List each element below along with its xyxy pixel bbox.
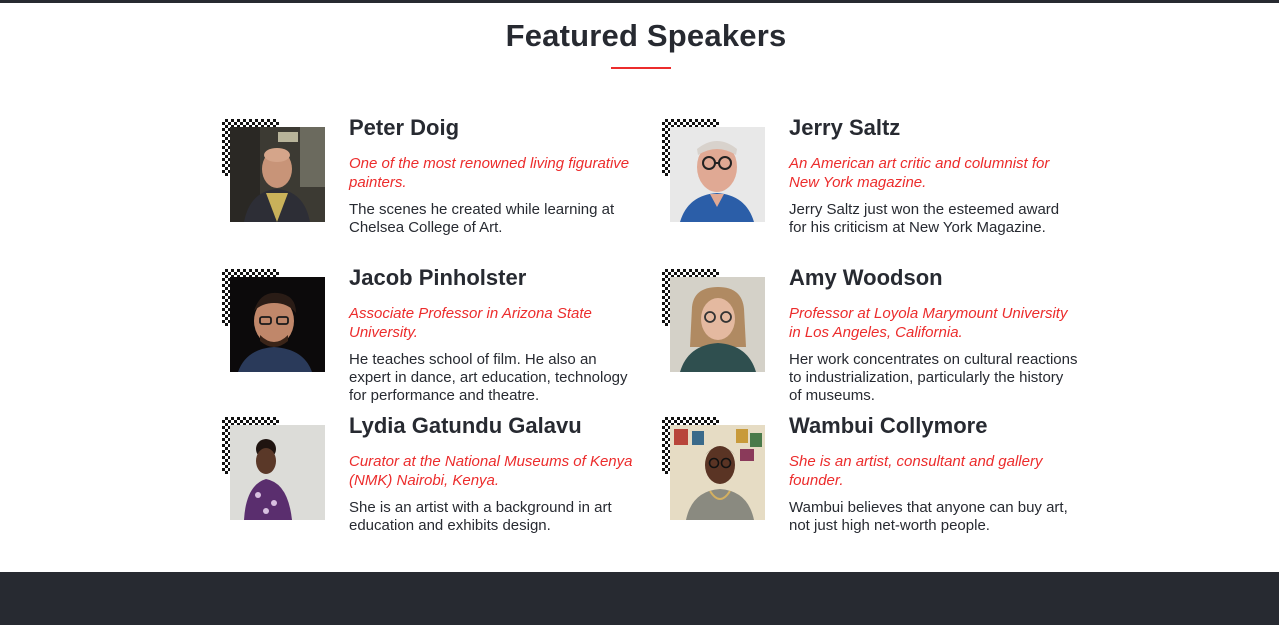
speaker-photo-frame [222, 269, 326, 373]
speaker-card-jerry-saltz: Jerry Saltz An American art critic and c… [662, 115, 1102, 249]
speaker-role: Associate Professor in Arizona State Uni… [349, 305, 592, 341]
speaker-photo-frame [662, 119, 766, 223]
speaker-bio: Her work concentrates on cultural reacti… [789, 351, 1078, 404]
top-border [0, 0, 1279, 3]
speaker-name: Jacob Pinholster [349, 265, 527, 290]
speaker-photo-frame [222, 417, 326, 521]
speaker-photo-frame [222, 119, 326, 223]
speaker-card-wambui-collymore: Wambui Collymore She is an artist, consu… [662, 413, 1102, 547]
speaker-card-peter-doig: Peter Doig One of the most renowned livi… [222, 115, 662, 249]
section-title: Featured Speakers [505, 18, 787, 53]
speaker-photo [230, 127, 325, 222]
speaker-name: Jerry Saltz [789, 115, 901, 140]
speaker-role: Professor at Loyola Marymount University… [789, 305, 1068, 341]
speaker-name: Wambui Collymore [789, 413, 988, 438]
speaker-role: An American art critic and columnist for… [789, 155, 1050, 191]
speaker-card-jacob-pinholster: Jacob Pinholster Associate Professor in … [222, 265, 662, 404]
speaker-role: Curator at the National Museums of Kenya… [349, 453, 633, 489]
speaker-role: She is an artist, consultant and gallery… [789, 453, 1043, 489]
speaker-name: Peter Doig [349, 115, 460, 140]
speaker-photo-frame [662, 417, 766, 521]
speaker-photo [230, 277, 325, 372]
speaker-name: Amy Woodson [789, 265, 943, 290]
speaker-card-lydia-gatundu-galavu: Lydia Gatundu Galavu Curator at the Nati… [222, 413, 662, 547]
speaker-card-amy-woodson: Amy Woodson Professor at Loyola Marymoun… [662, 265, 1102, 404]
speaker-photo [230, 425, 325, 520]
speaker-bio: She is an artist with a background in ar… [349, 499, 612, 534]
speaker-name: Lydia Gatundu Galavu [349, 413, 582, 438]
speaker-bio: He teaches school of film. He also an ex… [349, 351, 628, 404]
speaker-photo [670, 425, 765, 520]
speaker-bio: Jerry Saltz just won the esteemed award … [789, 201, 1060, 236]
speaker-photo [670, 277, 765, 372]
title-underline [611, 67, 671, 69]
speaker-photo [670, 127, 765, 222]
speaker-bio: Wambui believes that anyone can buy art,… [789, 499, 1068, 534]
speaker-role: One of the most renowned living figurati… [349, 155, 630, 191]
speaker-bio: The scenes he created while learning at … [349, 201, 615, 236]
page-footer [0, 572, 1279, 625]
speaker-photo-frame [662, 269, 766, 373]
